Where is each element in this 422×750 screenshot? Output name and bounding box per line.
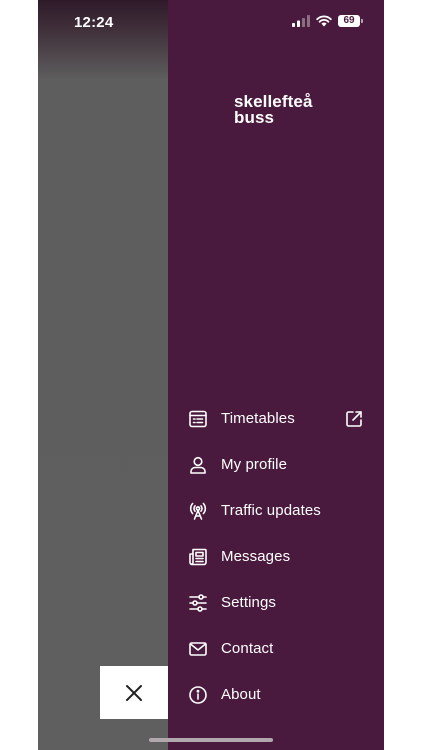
menu-label-my-profile: My profile [221, 456, 288, 473]
brand-logo-line2: buss [234, 108, 275, 127]
menu-label-settings: Settings [221, 594, 276, 611]
menu-item-traffic-updates[interactable]: Traffic updates [168, 488, 384, 534]
wifi-icon [316, 15, 332, 27]
menu-label-messages: Messages [221, 548, 291, 565]
status-bar: 12:24 69 [38, 0, 384, 46]
menu-item-about[interactable]: About [168, 672, 384, 718]
envelope-icon [189, 642, 207, 656]
status-time: 12:24 [74, 14, 114, 31]
menu-item-timetables[interactable]: Timetables [168, 396, 384, 442]
menu-item-messages[interactable]: Messages [168, 534, 384, 580]
menu-item-contact[interactable]: Contact [168, 626, 384, 672]
menu-label-contact: Contact [221, 640, 274, 657]
timetable-icon [189, 410, 207, 428]
status-icons: 69 [292, 15, 363, 27]
navigation-drawer: skellefteå buss Timetables My profile Tr… [168, 0, 384, 750]
dimmed-backdrop[interactable] [38, 0, 168, 750]
sliders-icon [189, 594, 207, 612]
drawer-menu: Timetables My profile Traffic updates Me… [168, 396, 384, 718]
menu-label-traffic-updates: Traffic updates [221, 502, 321, 519]
home-indicator[interactable] [149, 738, 273, 742]
person-icon [190, 456, 206, 474]
battery-icon: 69 [338, 15, 363, 27]
menu-label-about: About [221, 686, 261, 703]
broadcast-icon [189, 502, 207, 520]
battery-level: 69 [343, 15, 355, 26]
external-link-icon[interactable] [344, 409, 364, 429]
close-menu-button[interactable] [100, 666, 168, 719]
info-icon [189, 686, 207, 704]
close-icon [126, 684, 142, 701]
menu-item-settings[interactable]: Settings [168, 580, 384, 626]
menu-label-timetables: Timetables [221, 410, 295, 427]
cellular-signal-icon [292, 15, 310, 27]
menu-item-my-profile[interactable]: My profile [168, 442, 384, 488]
phone-screen: skellefteå buss Timetables My profile Tr… [38, 0, 384, 750]
newspaper-icon [189, 548, 207, 566]
brand-logo: skellefteå buss [234, 93, 313, 127]
